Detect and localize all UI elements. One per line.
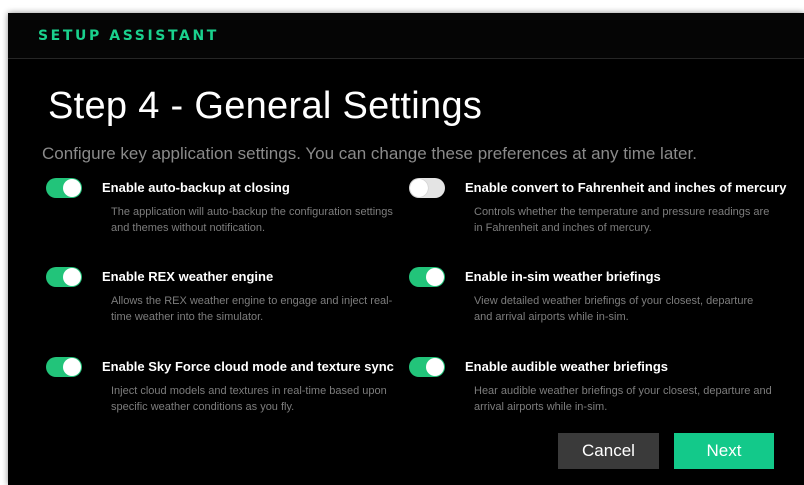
sky-force-toggle[interactable] (46, 357, 82, 377)
window-title: SETUP ASSISTANT (38, 28, 219, 44)
page-title: Step 4 - General Settings (48, 85, 483, 127)
rex-engine-toggle[interactable] (46, 267, 82, 287)
setting-label: Enable audible weather briefings (465, 359, 668, 374)
setting-description: Inject cloud models and textures in real… (111, 385, 387, 413)
setting-description: Hear audible weather briefings of your c… (474, 385, 772, 413)
toggle-knob (63, 179, 81, 197)
audible-briefings-toggle[interactable] (409, 357, 445, 377)
title-bar: SETUP ASSISTANT (8, 13, 804, 59)
setting-label: Enable Sky Force cloud mode and texture … (102, 359, 394, 374)
next-button[interactable]: Next (674, 433, 774, 469)
setting-description: View detailed weather briefings of your … (474, 295, 754, 323)
toggle-knob (63, 358, 81, 376)
setting-label: Enable in-sim weather briefings (465, 269, 661, 284)
setting-description: Allows the REX weather engine to engage … (111, 295, 393, 323)
setting-label: Enable REX weather engine (102, 269, 274, 284)
setting-label: Enable auto-backup at closing (102, 180, 290, 195)
toggle-knob (63, 268, 81, 286)
cancel-button[interactable]: Cancel (558, 433, 659, 469)
auto-backup-toggle[interactable] (46, 178, 82, 198)
setup-assistant-window: SETUP ASSISTANT Step 4 - General Setting… (8, 13, 804, 485)
toggle-knob (426, 268, 444, 286)
page-subtitle: Configure key application settings. You … (42, 144, 697, 163)
fahrenheit-toggle[interactable] (409, 178, 445, 198)
setting-description: Controls whether the temperature and pre… (474, 206, 770, 234)
toggle-knob (426, 358, 444, 376)
setting-label: Enable convert to Fahrenheit and inches … (465, 180, 787, 195)
setting-description: The application will auto-backup the con… (111, 206, 393, 234)
in-sim-briefings-toggle[interactable] (409, 267, 445, 287)
toggle-knob (410, 179, 428, 197)
